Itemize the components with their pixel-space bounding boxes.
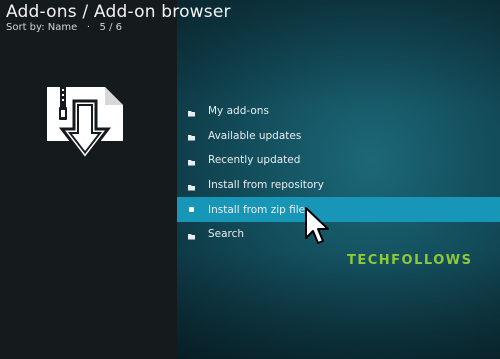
menu-item-search[interactable]: Search — [177, 222, 500, 247]
zip-download-icon — [45, 85, 125, 165]
selected-bullet-icon — [189, 207, 194, 213]
menu-item-install-from-zip-file[interactable]: Install from zip file — [177, 197, 500, 222]
header: Add-ons / Add-on browser Sort by: Name ·… — [6, 2, 231, 34]
menu-item-available-updates[interactable]: Available updates — [177, 124, 500, 149]
folder-icon — [188, 157, 195, 166]
sort-label: Sort by: Name — [6, 22, 78, 33]
menu-item-recently-updated[interactable]: Recently updated — [177, 148, 500, 173]
mouse-pointer-icon — [304, 206, 332, 246]
menu-item-label: Search — [208, 228, 245, 241]
page-info: 5 / 6 — [99, 22, 122, 33]
watermark: TECHFOLLOWS — [347, 253, 473, 268]
folder-icon — [188, 231, 195, 240]
menu-item-label: Install from zip file — [208, 203, 306, 216]
addon-menu: My add-ons Available updates Recently up… — [177, 99, 500, 247]
menu-item-my-addons[interactable]: My add-ons — [177, 99, 500, 124]
menu-item-label: My add-ons — [208, 105, 269, 118]
menu-item-install-from-repository[interactable]: Install from repository — [177, 173, 500, 198]
left-pane — [0, 0, 177, 359]
separator: · — [86, 22, 90, 33]
folder-icon — [188, 132, 195, 141]
menu-item-label: Available updates — [208, 129, 302, 142]
sort-info: Sort by: Name · 5 / 6 — [6, 22, 231, 34]
folder-icon — [188, 182, 195, 191]
menu-item-label: Install from repository — [208, 179, 324, 192]
menu-item-label: Recently updated — [208, 154, 301, 167]
page-title: Add-ons / Add-on browser — [6, 2, 231, 22]
folder-icon — [188, 108, 195, 117]
